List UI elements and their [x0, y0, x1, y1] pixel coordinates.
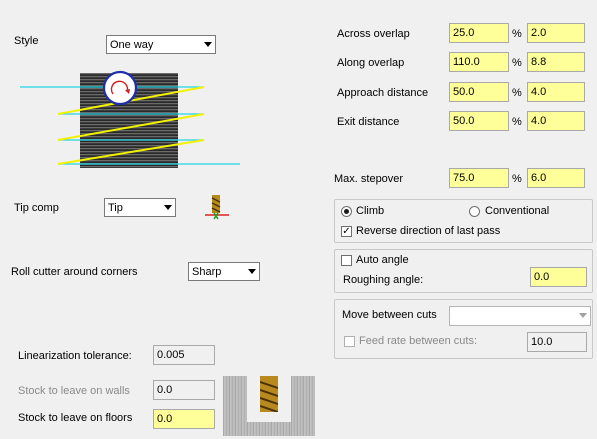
conventional-radio[interactable]	[469, 206, 480, 217]
exit-distance-value-field[interactable]: 4.0	[527, 111, 585, 131]
auto-angle-label: Auto angle	[356, 254, 409, 266]
tool-cross-section-icon	[223, 376, 315, 436]
stock-walls-field[interactable]: 0.0	[153, 380, 215, 400]
roll-cutter-dropdown-value: Sharp	[192, 265, 222, 278]
reverse-last-pass-label: Reverse direction of last pass	[356, 225, 501, 237]
chevron-down-icon	[579, 313, 587, 318]
stock-floors-label: Stock to leave on floors	[18, 412, 133, 424]
roll-cutter-label: Roll cutter around corners	[11, 266, 138, 278]
tip-comp-dropdown-value: Tip	[108, 201, 123, 214]
linearization-label: Linearization tolerance:	[18, 350, 132, 362]
style-dropdown-value: One way	[110, 38, 154, 51]
approach-distance-pct-field[interactable]: 50.0	[449, 82, 509, 102]
percent-symbol: %	[512, 57, 522, 69]
stock-floors-field[interactable]: 0.0	[153, 409, 215, 429]
percent-symbol: %	[512, 87, 522, 99]
roughing-angle-field[interactable]: 0.0	[530, 267, 587, 287]
cut-pattern-preview	[20, 70, 240, 168]
across-overlap-value-field[interactable]: 2.0	[527, 23, 585, 43]
roughing-angle-label: Roughing angle:	[343, 274, 424, 286]
approach-distance-value-field[interactable]: 4.0	[527, 82, 585, 102]
chevron-down-icon	[248, 269, 256, 274]
tool-tip-icon	[205, 195, 229, 220]
along-overlap-label: Along overlap	[337, 57, 405, 69]
approach-distance-label: Approach distance	[337, 87, 429, 99]
style-label: Style	[14, 35, 39, 47]
exit-distance-label: Exit distance	[337, 116, 400, 128]
feed-rate-field[interactable]: 10.0	[527, 332, 587, 352]
stock-walls-label: Stock to leave on walls	[18, 385, 130, 397]
max-stepover-pct-field[interactable]: 75.0	[449, 168, 509, 188]
style-dropdown[interactable]: One way	[106, 35, 216, 54]
move-between-cuts-dropdown[interactable]	[449, 306, 591, 326]
percent-symbol: %	[512, 173, 522, 185]
conventional-label: Conventional	[485, 205, 550, 217]
feed-rate-checkbox[interactable]	[344, 336, 355, 347]
climb-radio[interactable]	[341, 206, 352, 217]
max-stepover-label: Max. stepover	[334, 173, 404, 185]
exit-distance-pct-field[interactable]: 50.0	[449, 111, 509, 131]
chevron-down-icon	[164, 205, 172, 210]
feed-rate-label: Feed rate between cuts:	[359, 335, 478, 347]
chevron-down-icon	[204, 42, 212, 47]
reverse-last-pass-checkbox[interactable]: ✓	[341, 226, 352, 237]
percent-symbol: %	[512, 116, 522, 128]
across-overlap-label: Across overlap	[337, 28, 410, 40]
cutter-circle	[102, 70, 138, 106]
auto-angle-checkbox[interactable]	[341, 255, 352, 266]
along-overlap-value-field[interactable]: 8.8	[527, 52, 585, 72]
linearization-field[interactable]: 0.005	[153, 345, 215, 365]
max-stepover-value-field[interactable]: 6.0	[527, 168, 585, 188]
along-overlap-pct-field[interactable]: 110.0	[449, 52, 509, 72]
across-overlap-pct-field[interactable]: 25.0	[449, 23, 509, 43]
climb-label: Climb	[356, 205, 385, 217]
percent-symbol: %	[512, 28, 522, 40]
roll-cutter-dropdown[interactable]: Sharp	[188, 262, 260, 281]
tip-comp-dropdown[interactable]: Tip	[104, 198, 176, 217]
tip-comp-label: Tip comp	[14, 202, 59, 214]
move-between-cuts-label: Move between cuts	[342, 309, 437, 321]
